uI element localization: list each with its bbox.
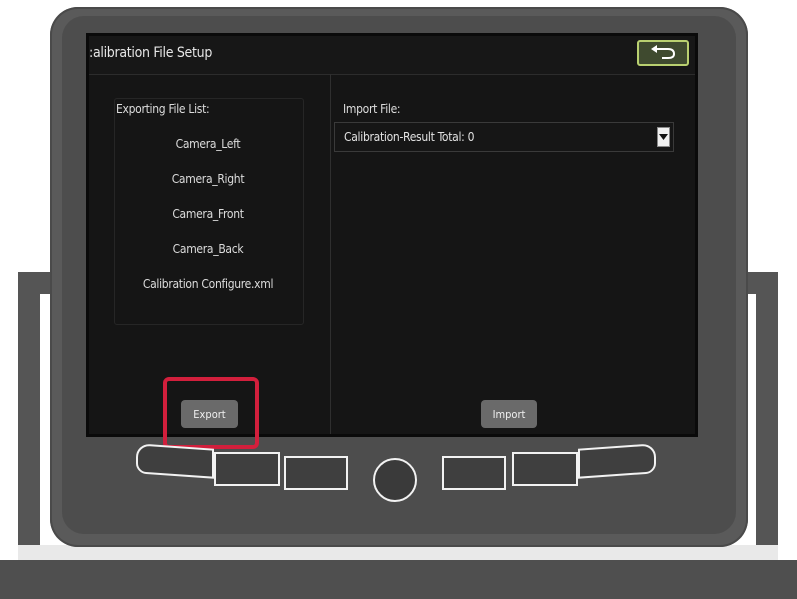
- page-title: :alibration File Setup: [89, 45, 213, 61]
- hardware-key-3[interactable]: [284, 456, 348, 490]
- mount-base-highlight: [18, 545, 778, 560]
- import-file-label: Import File:: [343, 102, 401, 116]
- back-arrow-icon: [651, 45, 676, 59]
- import-file-selected-value: Calibration-Result Total: 0: [344, 130, 475, 144]
- hardware-round-button[interactable]: [373, 458, 417, 502]
- chevron-down-icon[interactable]: [657, 127, 670, 147]
- import-button[interactable]: Import: [481, 400, 537, 428]
- mount-base: [0, 560, 797, 599]
- list-item: Camera_Left: [175, 137, 241, 151]
- back-button[interactable]: [637, 40, 689, 66]
- hardware-key-4[interactable]: [442, 456, 506, 490]
- panel-divider: [330, 74, 331, 434]
- list-item: Camera_Front: [172, 207, 244, 221]
- list-item: Camera_Right: [171, 172, 245, 186]
- hardware-key-5[interactable]: [512, 452, 578, 486]
- hardware-key-1[interactable]: [136, 443, 214, 479]
- list-item: Calibration Configure.xml: [142, 277, 274, 291]
- hardware-key-6[interactable]: [578, 443, 656, 479]
- list-item: Camera_Back: [172, 242, 244, 256]
- import-file-select[interactable]: Calibration-Result Total: 0: [334, 122, 674, 152]
- title-bar: :alibration File Setup: [89, 36, 695, 75]
- hardware-key-2[interactable]: [214, 452, 280, 486]
- export-list-title: Exporting File List:: [116, 102, 210, 116]
- export-highlight-frame: [163, 377, 259, 449]
